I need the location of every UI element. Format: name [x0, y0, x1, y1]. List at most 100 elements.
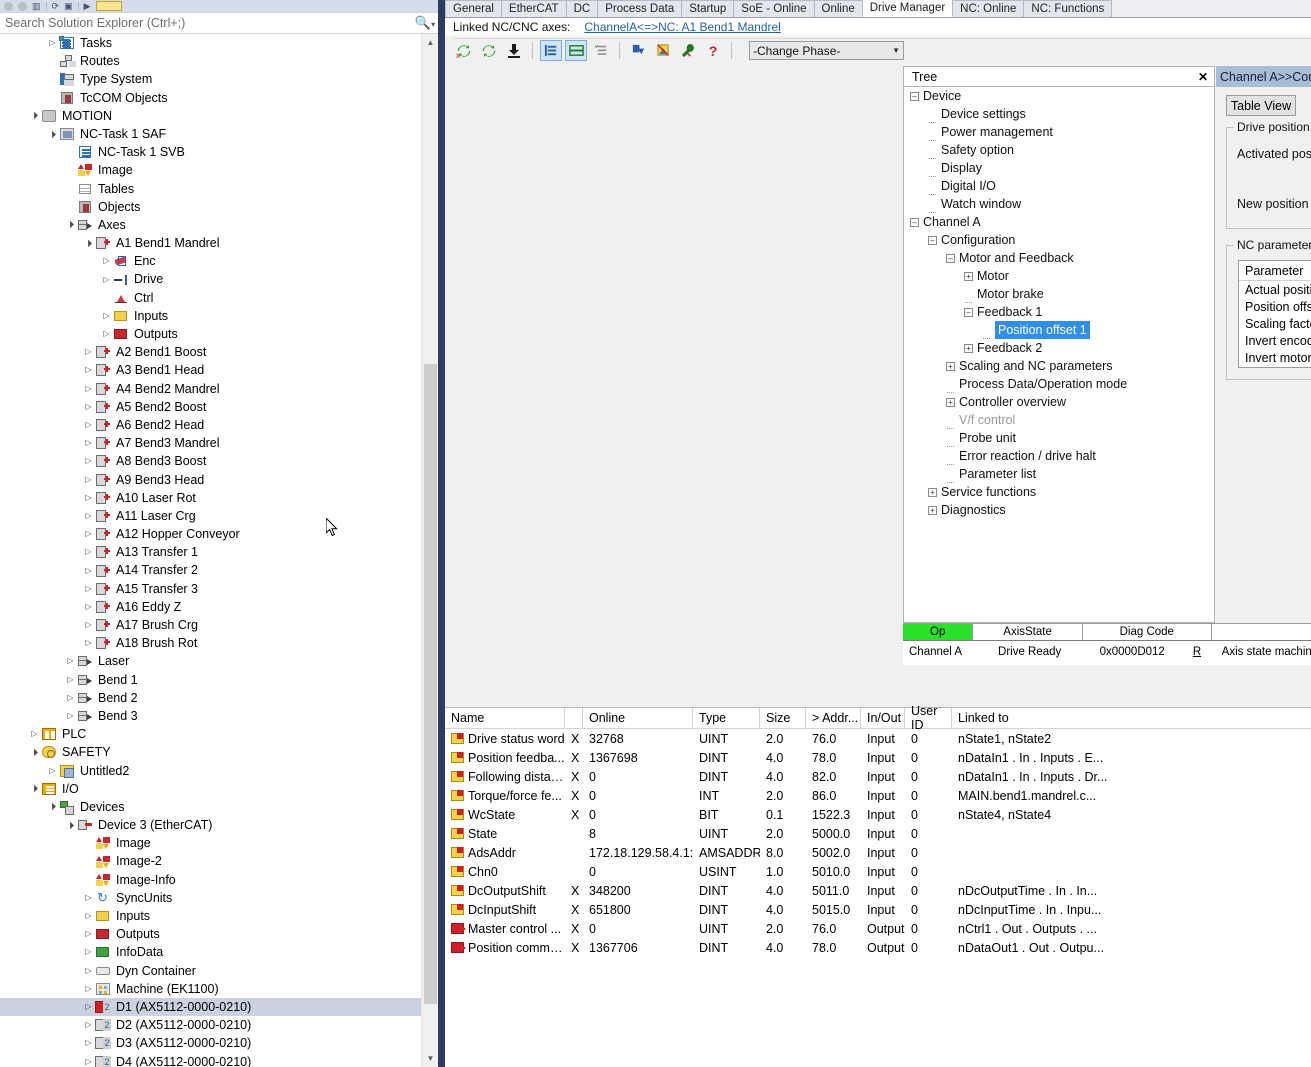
expand-arrow-icon[interactable] [28, 725, 41, 743]
drive-tree-item[interactable]: Power management [904, 123, 1214, 141]
solution-tree-item[interactable]: Image-2 [0, 852, 438, 870]
var-col-in-out[interactable]: In/Out [861, 708, 905, 728]
expand-box-icon[interactable]: + [928, 487, 937, 497]
solution-tree-item[interactable]: A9 Bend3 Head [0, 471, 438, 489]
expand-arrow-icon[interactable] [64, 707, 77, 725]
expand-arrow-icon[interactable] [82, 471, 95, 489]
scroll-down-arrow-icon[interactable]: ▼ [422, 1050, 438, 1067]
table-view-icon[interactable] [565, 40, 587, 61]
tab-online[interactable]: Online [813, 0, 863, 17]
solution-tree-item[interactable]: Outputs [0, 325, 438, 343]
drive-tree-item[interactable]: Parameter list [904, 465, 1214, 483]
solution-tree-item[interactable]: Untitled2 [0, 762, 438, 780]
refresh-icon[interactable]: ⟳ [52, 1, 60, 11]
expand-arrow-icon[interactable] [82, 980, 95, 998]
solution-tree-item[interactable]: Image-Info [0, 871, 438, 889]
help-icon[interactable]: ? [702, 40, 724, 61]
var-col-flag[interactable] [565, 708, 583, 728]
collapse-arrow-icon[interactable] [28, 743, 41, 762]
solution-tree-item[interactable]: Ctrl [0, 289, 438, 307]
status-col-diag-msg[interactable]: Diag Msg [1211, 624, 1311, 640]
solution-tree-item[interactable]: Routes [0, 52, 438, 70]
search-solution-explorer[interactable]: Search Solution Explorer (Ctrl+;) 🔍▾ [0, 13, 438, 34]
drive-tree-item[interactable]: Probe unit [904, 429, 1214, 447]
variables-table-row[interactable]: DcInputShift X 651800 DINT 4.0 5015.0 Input 0 nD… [445, 900, 1311, 919]
linked-axes-link[interactable]: ChannelA<=>NC: A1 Bend1 Mandrel [570, 20, 780, 34]
drive-tree-item[interactable]: – Motor and Feedback [904, 249, 1214, 267]
nc-parameter-table[interactable]: Parameter Value Unit Actual position20.0… [1238, 260, 1311, 368]
solution-tree-item[interactable]: A13 Transfer 1 [0, 543, 438, 561]
drive-tree-item[interactable]: Motor brake [904, 285, 1214, 303]
var-col-addr[interactable]: > Addr... [806, 708, 861, 728]
solution-tree-item[interactable]: 2 D1 (AX5112-0000-0210) [0, 997, 438, 1017]
solution-tree-item[interactable]: A18 Brush Rot [0, 634, 438, 652]
drive-tree-item[interactable]: Position offset 1 [904, 321, 1214, 339]
expand-arrow-icon[interactable] [82, 616, 95, 634]
home-icon[interactable]: ▥ [32, 1, 41, 11]
solution-tree-item[interactable]: MOTION [0, 107, 438, 125]
close-icon[interactable]: ✕ [1198, 70, 1208, 84]
expand-arrow-icon[interactable] [82, 907, 95, 925]
solution-tree-item[interactable]: Image [0, 161, 438, 179]
solution-tree-item[interactable]: Inputs [0, 907, 438, 925]
var-col-linked-to[interactable]: Linked to [952, 708, 1311, 728]
scan-refresh-icon[interactable]: x [453, 40, 475, 61]
solution-tree-item[interactable]: Laser [0, 652, 438, 670]
drive-tree-body[interactable]: – Device Device settings Power management Sa… [903, 87, 1215, 623]
drive-tree-item[interactable]: Safety option [904, 141, 1214, 159]
drive-tree-item[interactable]: Digital I/O [904, 177, 1214, 195]
expand-arrow-icon[interactable] [82, 634, 95, 652]
expand-arrow-icon[interactable] [82, 343, 95, 361]
expand-arrow-icon[interactable] [82, 1016, 95, 1034]
download-icon[interactable] [503, 40, 525, 61]
expand-arrow-icon[interactable] [82, 416, 95, 434]
back-icon[interactable] [4, 1, 13, 11]
solution-tree-item[interactable]: Dyn Container [0, 962, 438, 980]
collapse-box-icon[interactable]: – [946, 253, 955, 263]
variables-table[interactable]: Name Online Type Size > Addr... In/Out User ID… [445, 704, 1311, 1067]
var-col-online[interactable]: Online [583, 708, 693, 728]
drive-tree-item[interactable]: + Motor [904, 267, 1214, 285]
drive-tree-item[interactable]: Error reaction / drive halt [904, 447, 1214, 465]
solution-tree-item[interactable]: Drive [0, 270, 438, 288]
collapse-arrow-icon[interactable] [46, 797, 59, 816]
var-col-name[interactable]: Name [445, 708, 565, 728]
drive-tree-item[interactable]: + Diagnostics [904, 501, 1214, 519]
expand-box-icon[interactable]: + [946, 361, 955, 371]
expand-arrow-icon[interactable] [64, 652, 77, 670]
solution-tree-item[interactable]: 2 D3 (AX5112-0000-0210) [0, 1034, 438, 1052]
solution-tree-item[interactable]: 2 D2 (AX5112-0000-0210) [0, 1016, 438, 1034]
solution-tree-item[interactable]: A2 Bend1 Boost [0, 343, 438, 361]
solution-tree-item[interactable]: Bend 2 [0, 689, 438, 707]
drive-tree-item[interactable]: Process Data/Operation mode [904, 375, 1214, 393]
drive-tree-item[interactable]: + Service functions [904, 483, 1214, 501]
drive-manager-toolbar[interactable]: x ? -Change Phase- ▼ [453, 38, 1311, 62]
tab-startup[interactable]: Startup [681, 0, 735, 17]
expand-arrow-icon[interactable] [82, 452, 95, 470]
expand-arrow-icon[interactable] [46, 34, 59, 52]
variables-table-row[interactable]: Position feedba... X 1367698 DINT 4.0 78.0 Inp… [445, 748, 1311, 767]
expand-arrow-icon[interactable] [82, 434, 95, 452]
solution-tree-item[interactable]: Device 3 (EtherCAT) [0, 816, 438, 834]
solution-tree-item[interactable]: Axes [0, 216, 438, 234]
expand-arrow-icon[interactable] [82, 507, 95, 525]
solution-tree-item[interactable]: Enc [0, 252, 438, 270]
scroll-up-arrow-icon[interactable]: ▲ [422, 34, 438, 51]
expand-arrow-icon[interactable] [100, 307, 113, 325]
collapse-arrow-icon[interactable] [28, 779, 41, 798]
expand-arrow-icon[interactable] [100, 271, 113, 289]
import-icon[interactable] [627, 40, 649, 61]
expand-arrow-icon[interactable] [82, 580, 95, 598]
tab-nc-functions[interactable]: NC: Functions [1023, 0, 1113, 17]
status-col-op[interactable]: Op [903, 624, 974, 640]
solution-tree[interactable]: Tasks Routes Type System TcCOM Objects MOTIO… [0, 34, 438, 1067]
drive-tree-item[interactable]: + Controller overview [904, 393, 1214, 411]
solution-tree-item[interactable]: 2 D4 (AX5112-0000-0210) [0, 1053, 438, 1067]
pane-splitter[interactable] [438, 0, 445, 1067]
expand-arrow-icon[interactable] [82, 489, 95, 507]
solution-tree-item[interactable]: Bend 3 [0, 707, 438, 725]
solution-tree-item[interactable]: Machine (EK1100) [0, 980, 438, 998]
solution-tree-item[interactable]: Bend 1 [0, 671, 438, 689]
tab-dc[interactable]: DC [565, 0, 599, 17]
solution-tree-item[interactable]: NC-Task 1 SVB [0, 143, 438, 161]
